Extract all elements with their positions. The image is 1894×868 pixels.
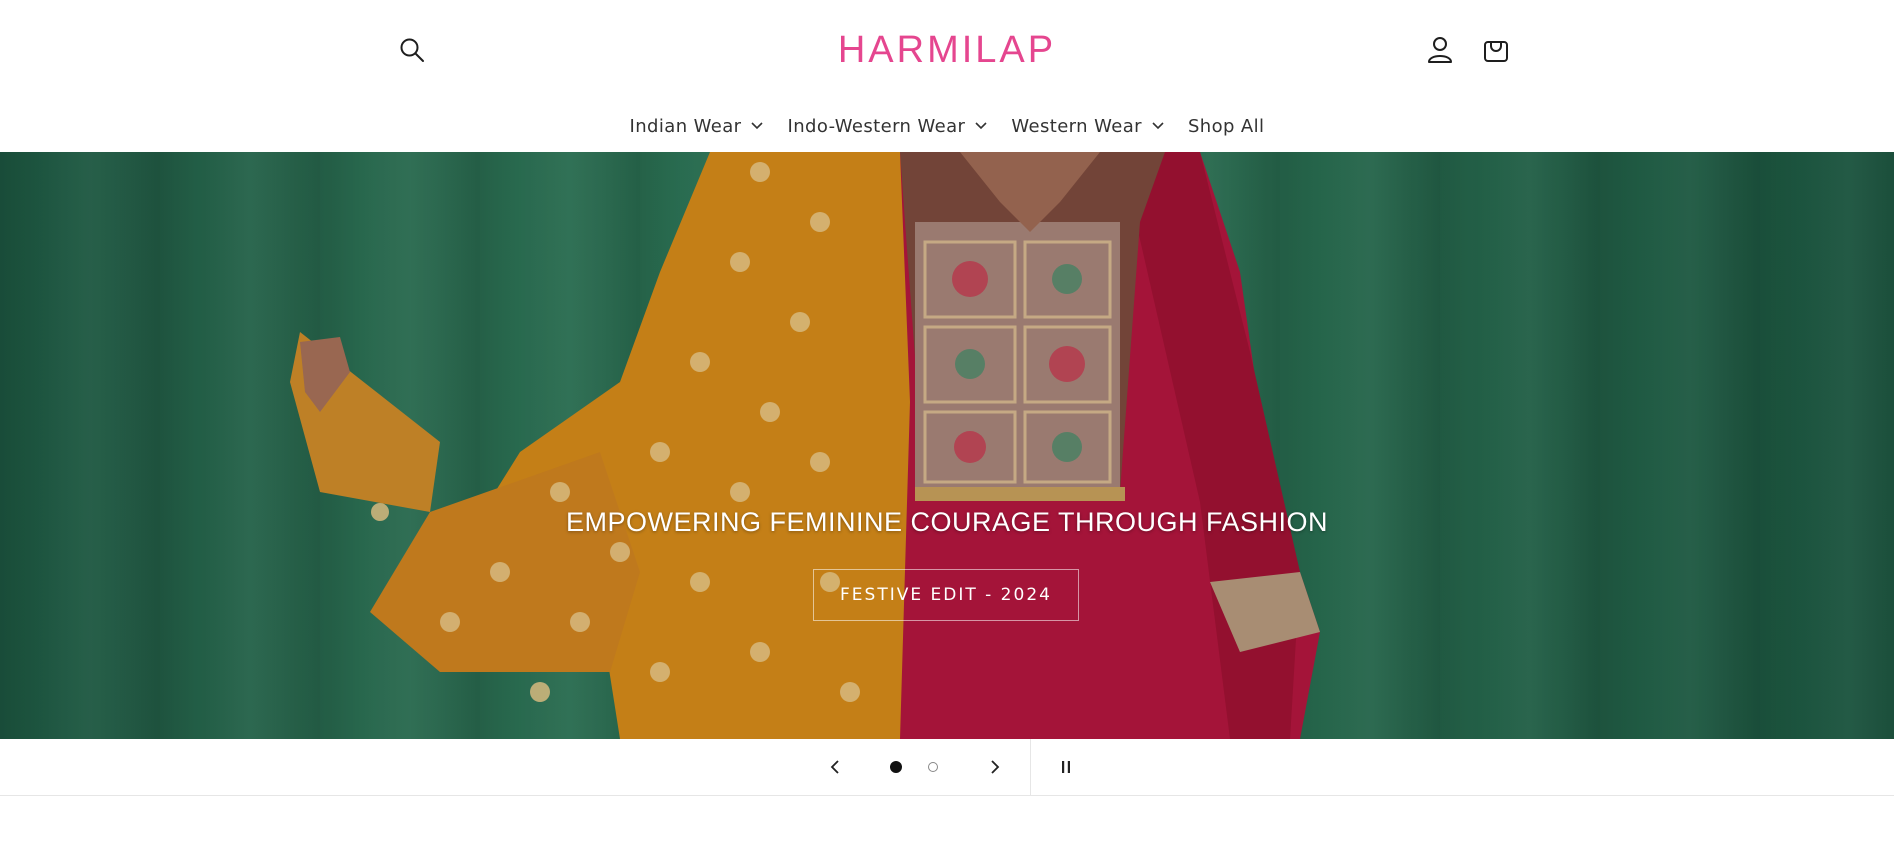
hero-heading: EMPOWERING FEMININE COURAGE THROUGH FASH… [565, 507, 1329, 537]
site-header: HARMILAP [0, 0, 1894, 100]
chevron-left-icon [830, 760, 839, 774]
inactive-dot [928, 762, 938, 772]
main-navigation: Indian Wear Indo-Western Wear Western We… [0, 100, 1894, 152]
nav-item-label: Indo-Western Wear [787, 115, 966, 137]
controls-divider [1030, 739, 1031, 795]
chevron-right-icon [991, 760, 1000, 774]
nav-item-label: Shop All [1187, 115, 1265, 137]
next-slide-button[interactable] [975, 747, 1015, 787]
cart-button[interactable] [1476, 30, 1516, 70]
hero-cta-button[interactable]: FESTIVE EDIT - 2024 [813, 569, 1079, 621]
slide-dot-2[interactable] [921, 755, 945, 779]
slideshow-controls [0, 739, 1894, 796]
chevron-down-icon [1152, 122, 1164, 130]
hero-banner[interactable]: EMPOWERING FEMININE COURAGE THROUGH FASH… [0, 152, 1894, 739]
account-icon [1428, 37, 1452, 63]
pause-slideshow-button[interactable] [1046, 747, 1086, 787]
account-button[interactable] [1420, 30, 1460, 70]
nav-item-western-wear[interactable]: Western Wear [1011, 116, 1164, 137]
hero-image [0, 152, 1894, 739]
pause-icon [1062, 761, 1070, 773]
chevron-down-icon [975, 122, 987, 130]
chevron-down-icon [751, 122, 764, 130]
active-dot [890, 761, 902, 773]
nav-item-label: Indian Wear [629, 115, 742, 137]
nav-item-label: Western Wear [1011, 115, 1142, 137]
previous-slide-button[interactable] [815, 747, 855, 787]
nav-item-indian-wear[interactable]: Indian Wear [630, 116, 764, 137]
cart-icon [1484, 41, 1508, 62]
nav-item-indo-western-wear[interactable]: Indo-Western Wear [787, 116, 987, 137]
slide-dot-1[interactable] [884, 755, 908, 779]
nav-item-shop-all[interactable]: Shop All [1188, 116, 1265, 137]
site-logo[interactable]: HARMILAP [0, 24, 1894, 76]
